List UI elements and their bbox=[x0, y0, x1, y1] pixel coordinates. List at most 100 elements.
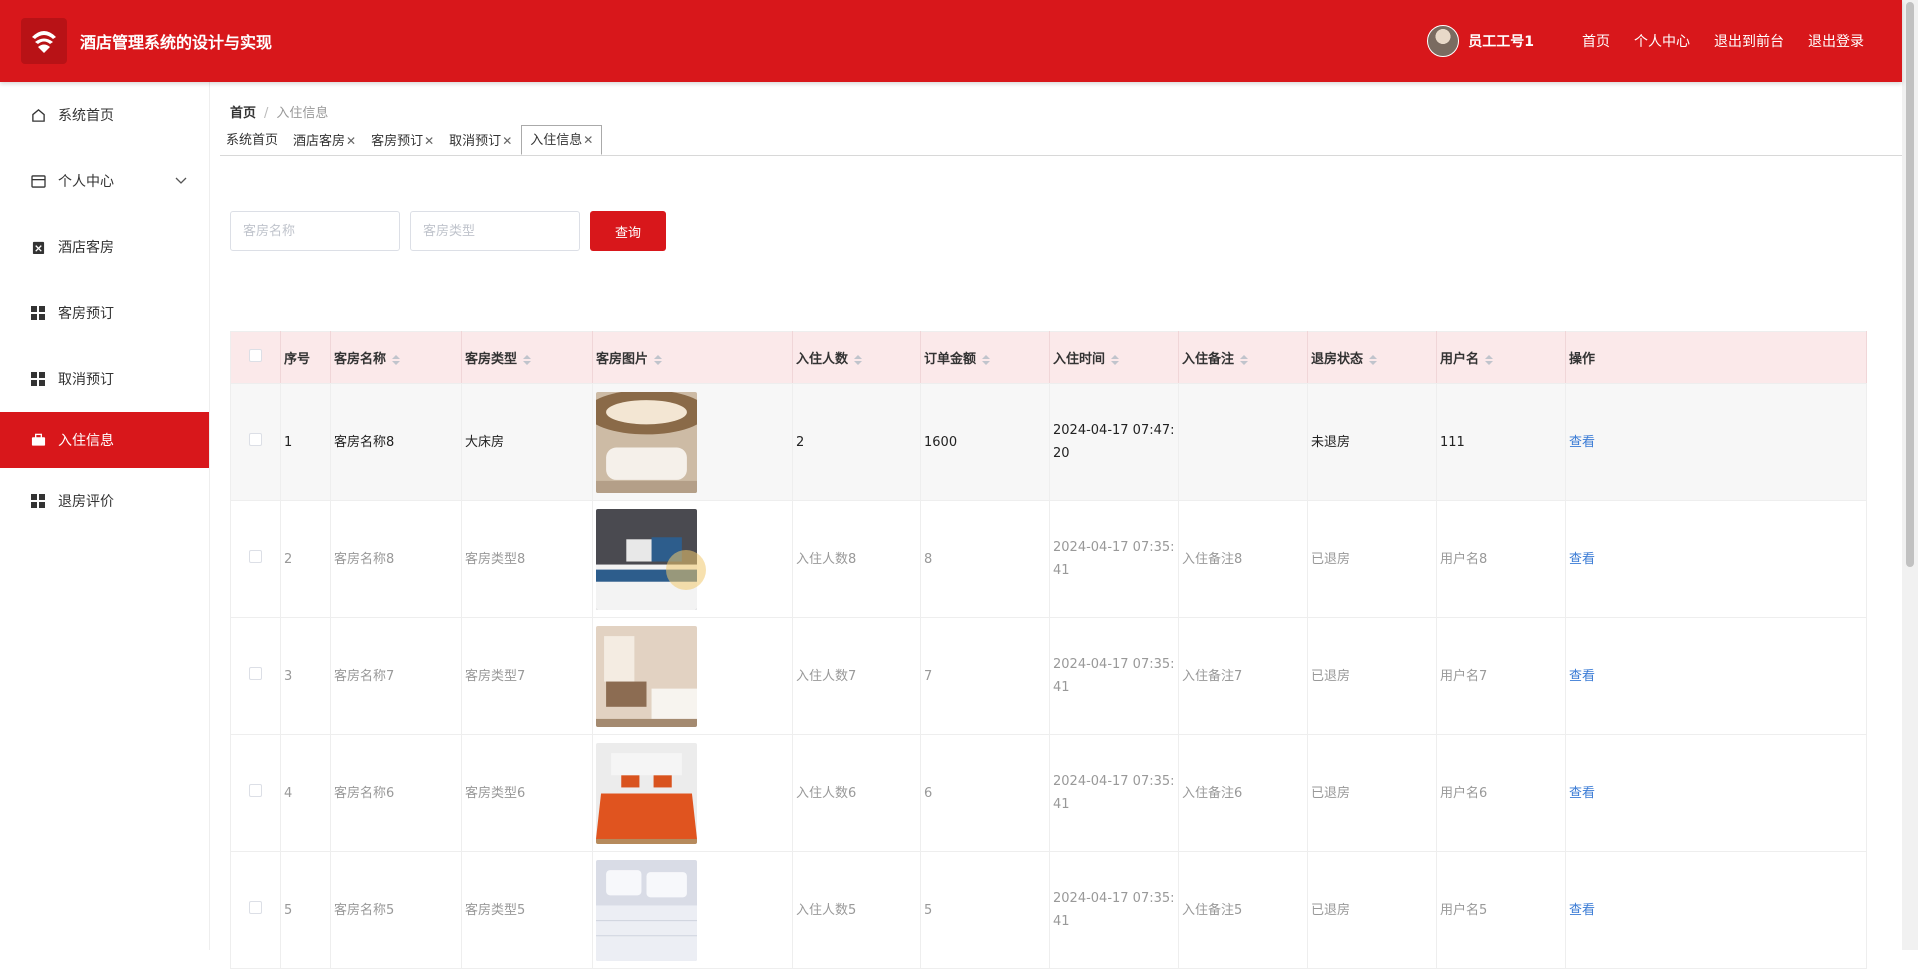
hotel-logo-icon bbox=[21, 18, 67, 64]
sidebar-item-cancel[interactable]: 取消预订 bbox=[0, 346, 209, 412]
close-icon[interactable]: ✕ bbox=[502, 134, 512, 148]
room-name-input[interactable] bbox=[230, 211, 400, 251]
sort-icon bbox=[1240, 354, 1249, 365]
cell-action: 查看 bbox=[1565, 383, 1867, 501]
cell-guests: 入住人数5 bbox=[792, 851, 921, 969]
cell-room-image[interactable] bbox=[592, 383, 793, 501]
row-checkbox[interactable] bbox=[230, 851, 281, 969]
sidebar-item-home[interactable]: 系统首页 bbox=[0, 82, 209, 148]
row-checkbox[interactable] bbox=[230, 617, 281, 735]
sort-icon bbox=[654, 354, 663, 365]
cell-note: 入住备注6 bbox=[1178, 734, 1308, 852]
tab-rooms[interactable]: 酒店客房✕ bbox=[287, 127, 362, 155]
cell-note: 入住备注8 bbox=[1178, 500, 1308, 618]
cell-checkin-time: 2024-04-17 07:47:20 bbox=[1049, 383, 1179, 501]
chevron-down-icon[interactable] bbox=[175, 174, 187, 188]
cell-room-image[interactable] bbox=[592, 734, 793, 852]
tab-home[interactable]: 系统首页 bbox=[220, 127, 284, 155]
briefcase-icon bbox=[30, 432, 46, 448]
search-button[interactable]: 查询 bbox=[590, 211, 666, 251]
cell-action: 查看 bbox=[1565, 500, 1867, 618]
cell-room-type: 客房类型5 bbox=[461, 851, 593, 969]
home-icon bbox=[30, 107, 46, 123]
tab-checkin[interactable]: 入住信息✕ bbox=[521, 125, 603, 155]
column-header[interactable]: 客房名称 bbox=[330, 331, 462, 384]
view-link[interactable]: 查看 bbox=[1569, 435, 1595, 450]
nav-profile-link[interactable]: 个人中心 bbox=[1634, 31, 1690, 51]
breadcrumb: 首页 / 入住信息 bbox=[230, 106, 329, 121]
cell-room-type: 客房类型7 bbox=[461, 617, 593, 735]
cell-status: 已退房 bbox=[1307, 617, 1437, 735]
cell-room-name: 客房名称6 bbox=[330, 734, 462, 852]
row-checkbox[interactable] bbox=[230, 383, 281, 501]
sidebar-item-checkin[interactable]: 入住信息 bbox=[0, 412, 209, 468]
close-icon[interactable]: ✕ bbox=[583, 133, 593, 147]
tab-bar: 系统首页 酒店客房✕ 客房预订✕ 取消预订✕ 入住信息✕ bbox=[220, 125, 1902, 156]
cell-guests: 入住人数6 bbox=[792, 734, 921, 852]
sidebar-item-review[interactable]: 退房评价 bbox=[0, 468, 209, 534]
view-link[interactable]: 查看 bbox=[1569, 552, 1595, 567]
grid-icon bbox=[30, 305, 46, 321]
breadcrumb-home[interactable]: 首页 bbox=[230, 106, 256, 121]
sidebar-item-profile[interactable]: 个人中心 bbox=[0, 148, 209, 214]
select-all-checkbox[interactable] bbox=[230, 331, 281, 384]
table-row: 2 客房名称8 客房类型8 入住人数8 8 2024-04-17 07:35:41 入住备注… bbox=[230, 500, 1867, 618]
cell-username: 111 bbox=[1436, 383, 1566, 501]
cell-status: 已退房 bbox=[1307, 500, 1437, 618]
page-scrollbar[interactable] bbox=[1902, 0, 1918, 950]
cell-checkin-time: 2024-04-17 07:35:41 bbox=[1049, 500, 1179, 618]
username: 员工工号1 bbox=[1468, 34, 1534, 50]
column-header[interactable]: 入住时间 bbox=[1049, 331, 1179, 384]
sort-icon bbox=[392, 354, 401, 365]
cell-username: 用户名7 bbox=[1436, 617, 1566, 735]
row-checkbox[interactable] bbox=[230, 734, 281, 852]
cell-amount: 8 bbox=[920, 500, 1050, 618]
nav-frontend-link[interactable]: 退出到前台 bbox=[1714, 31, 1784, 51]
column-header[interactable]: 用户名 bbox=[1436, 331, 1566, 384]
table-row: 5 客房名称5 客房类型5 入住人数5 5 2024-04-17 07:35:41 入住备注… bbox=[230, 851, 1867, 969]
tab-cancel[interactable]: 取消预订✕ bbox=[443, 127, 518, 155]
column-header[interactable]: 客房类型 bbox=[461, 331, 593, 384]
column-header: 操作 bbox=[1565, 331, 1867, 384]
main-content: 首页/入住信息 系统首页 酒店客房✕ 客房预订✕ 取消预订✕ 入住信息✕ 查询 … bbox=[210, 82, 1902, 969]
column-header[interactable]: 入住备注 bbox=[1178, 331, 1308, 384]
nav-logout-link[interactable]: 退出登录 bbox=[1808, 31, 1864, 51]
card-icon bbox=[30, 173, 46, 189]
sort-icon bbox=[1369, 354, 1378, 365]
cell-username: 用户名5 bbox=[1436, 851, 1566, 969]
view-link[interactable]: 查看 bbox=[1569, 786, 1595, 801]
column-header[interactable]: 客房图片 bbox=[592, 331, 793, 384]
cell-room-type: 客房类型6 bbox=[461, 734, 593, 852]
column-header[interactable]: 退房状态 bbox=[1307, 331, 1437, 384]
cell-action: 查看 bbox=[1565, 617, 1867, 735]
app-title: 酒店管理系统的设计与实现 bbox=[80, 33, 273, 52]
cell-no: 5 bbox=[280, 851, 331, 969]
sidebar-item-rooms[interactable]: 酒店客房 bbox=[0, 214, 209, 280]
cell-no: 3 bbox=[280, 617, 331, 735]
nav-home-link[interactable]: 首页 bbox=[1582, 31, 1610, 51]
cell-room-name: 客房名称8 bbox=[330, 383, 462, 501]
clipboard-icon bbox=[30, 239, 46, 255]
view-link[interactable]: 查看 bbox=[1569, 903, 1595, 918]
tab-booking[interactable]: 客房预订✕ bbox=[365, 127, 440, 155]
table-row: 3 客房名称7 客房类型7 入住人数7 7 2024-04-17 07:35:41 入住备注… bbox=[230, 617, 1867, 735]
cell-guests: 入住人数8 bbox=[792, 500, 921, 618]
avatar[interactable] bbox=[1427, 25, 1460, 57]
cell-no: 2 bbox=[280, 500, 331, 618]
cell-guests: 2 bbox=[792, 383, 921, 501]
sidebar-item-label: 系统首页 bbox=[58, 108, 114, 124]
sidebar-item-booking[interactable]: 客房预订 bbox=[0, 280, 209, 346]
cell-guests: 入住人数7 bbox=[792, 617, 921, 735]
sort-icon bbox=[1111, 354, 1120, 365]
column-header[interactable]: 入住人数 bbox=[792, 331, 921, 384]
column-header[interactable]: 订单金额 bbox=[920, 331, 1050, 384]
room-type-input[interactable] bbox=[410, 211, 580, 251]
view-link[interactable]: 查看 bbox=[1569, 669, 1595, 684]
close-icon[interactable]: ✕ bbox=[424, 134, 434, 148]
cell-room-image[interactable] bbox=[592, 617, 793, 735]
close-icon[interactable]: ✕ bbox=[346, 134, 356, 148]
cell-username: 用户名6 bbox=[1436, 734, 1566, 852]
row-checkbox[interactable] bbox=[230, 500, 281, 618]
cell-room-image[interactable] bbox=[592, 851, 793, 969]
cell-note: 入住备注5 bbox=[1178, 851, 1308, 969]
